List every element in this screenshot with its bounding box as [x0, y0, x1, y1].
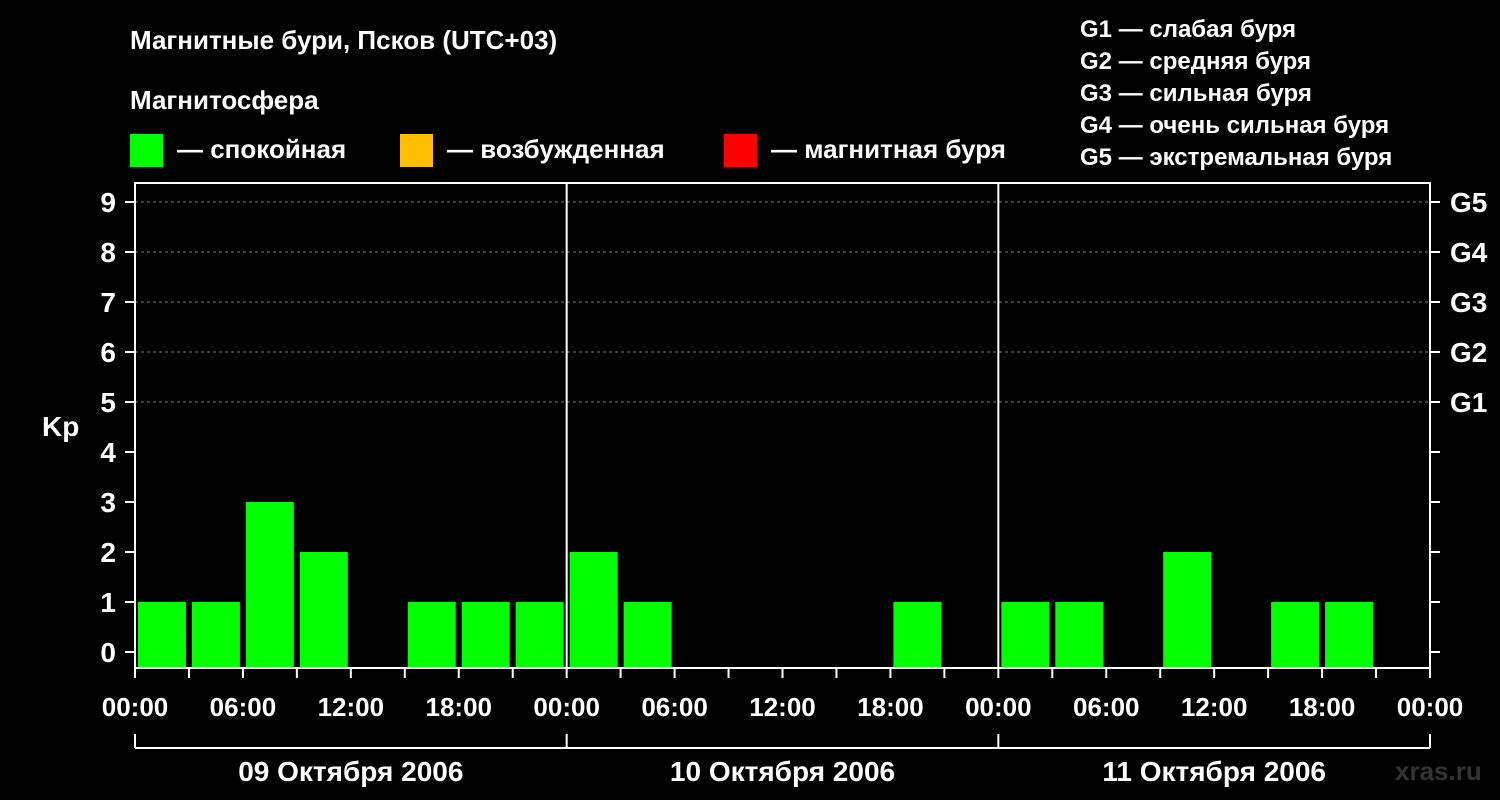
bar-7: [515, 602, 564, 668]
x-tick-label-2: 12:00: [318, 692, 385, 722]
legend-item-excited: — возбужденная: [400, 134, 665, 167]
x-tick-label-4: 00:00: [533, 692, 600, 722]
bar-9: [623, 602, 672, 668]
legend-swatch-storm: [724, 134, 757, 167]
bar-3: [299, 552, 348, 668]
magnetic-storm-chart: Магнитные бури, Псков (UTC+03) Магнитосф…: [42, 16, 1488, 787]
x-tick-label-7: 18:00: [857, 692, 924, 722]
g-axis-label-g5: G5: [1450, 187, 1487, 218]
y-tick-label-3: 3: [100, 487, 116, 518]
g-legend-g1: G1 — слабая буря: [1080, 16, 1296, 43]
x-tick-label-11: 18:00: [1289, 692, 1356, 722]
legend-item-storm: — магнитная буря: [724, 134, 1006, 167]
legend-label-calm: — спокойная: [177, 134, 346, 164]
legend-swatch-excited: [400, 134, 433, 167]
legend-item-calm: — спокойная: [130, 134, 346, 167]
g-axis-label-g4: G4: [1450, 237, 1488, 268]
y-axis-label: Kp: [42, 411, 79, 442]
x-tick-label-5: 06:00: [641, 692, 708, 722]
g-legend-g5: G5 — экстремальная буря: [1080, 144, 1392, 171]
g-axis-label-g2: G2: [1450, 337, 1487, 368]
day-label-0: 09 Октября 2006: [238, 756, 463, 787]
bar-0: [138, 602, 186, 668]
bar-22: [1325, 602, 1374, 668]
y-tick-label-1: 1: [100, 587, 116, 618]
x-tick-label-8: 00:00: [965, 692, 1032, 722]
y-tick-label-4: 4: [100, 437, 116, 468]
bar-8: [569, 552, 618, 668]
bar-2: [245, 502, 294, 668]
bar-5: [407, 602, 456, 668]
chart-title: Магнитные бури, Псков (UTC+03): [130, 25, 557, 55]
bar-6: [461, 602, 510, 668]
g-scale-legend: G1 — слабая буря G2 — средняя буря G3 — …: [1080, 16, 1392, 171]
x-tick-label-3: 18:00: [426, 692, 493, 722]
bar-19: [1163, 552, 1212, 668]
g-legend-g2: G2 — средняя буря: [1080, 48, 1311, 75]
legend-swatch-calm: [130, 134, 163, 167]
y-tick-label-9: 9: [100, 187, 116, 218]
state-legend: — спокойная — возбужденная — магнитная б…: [130, 134, 1006, 167]
y-tick-label-0: 0: [100, 637, 116, 668]
x-tick-label-9: 06:00: [1073, 692, 1140, 722]
bar-17: [1055, 602, 1104, 668]
x-tick-label-6: 12:00: [749, 692, 816, 722]
x-tick-label-10: 12:00: [1181, 692, 1248, 722]
g-legend-g3: G3 — сильная буря: [1080, 80, 1312, 107]
legend-label-storm: — магнитная буря: [771, 134, 1006, 164]
day-label-1: 10 Октября 2006: [670, 756, 895, 787]
magnetosphere-label: Магнитосфера: [130, 85, 319, 115]
day-label-2: 11 Октября 2006: [1102, 756, 1326, 787]
g-legend-g4: G4 — очень сильная буря: [1080, 112, 1389, 139]
y-tick-label-6: 6: [100, 337, 116, 368]
x-tick-label-0: 00:00: [102, 692, 169, 722]
y-tick-label-7: 7: [100, 287, 116, 318]
bar-16: [1001, 602, 1050, 668]
y-tick-label-2: 2: [100, 537, 116, 568]
y-tick-label-8: 8: [100, 237, 116, 268]
x-tick-label-12: 00:00: [1397, 692, 1464, 722]
g-axis-label-g1: G1: [1450, 387, 1487, 418]
y-tick-label-5: 5: [100, 387, 116, 418]
legend-label-excited: — возбужденная: [447, 134, 665, 164]
bar-1: [191, 602, 240, 668]
x-tick-label-1: 06:00: [210, 692, 277, 722]
g-axis-label-g3: G3: [1450, 287, 1487, 318]
bar-14: [893, 602, 942, 668]
plot-area: 0 1 2 3 4 5 6 7 8 9 G1 G2 G3 G4 G5 00:00 06:00 12:00 18:00…: [100, 182, 1488, 787]
bar-21: [1271, 602, 1320, 668]
watermark: xras.ru: [1395, 756, 1482, 786]
